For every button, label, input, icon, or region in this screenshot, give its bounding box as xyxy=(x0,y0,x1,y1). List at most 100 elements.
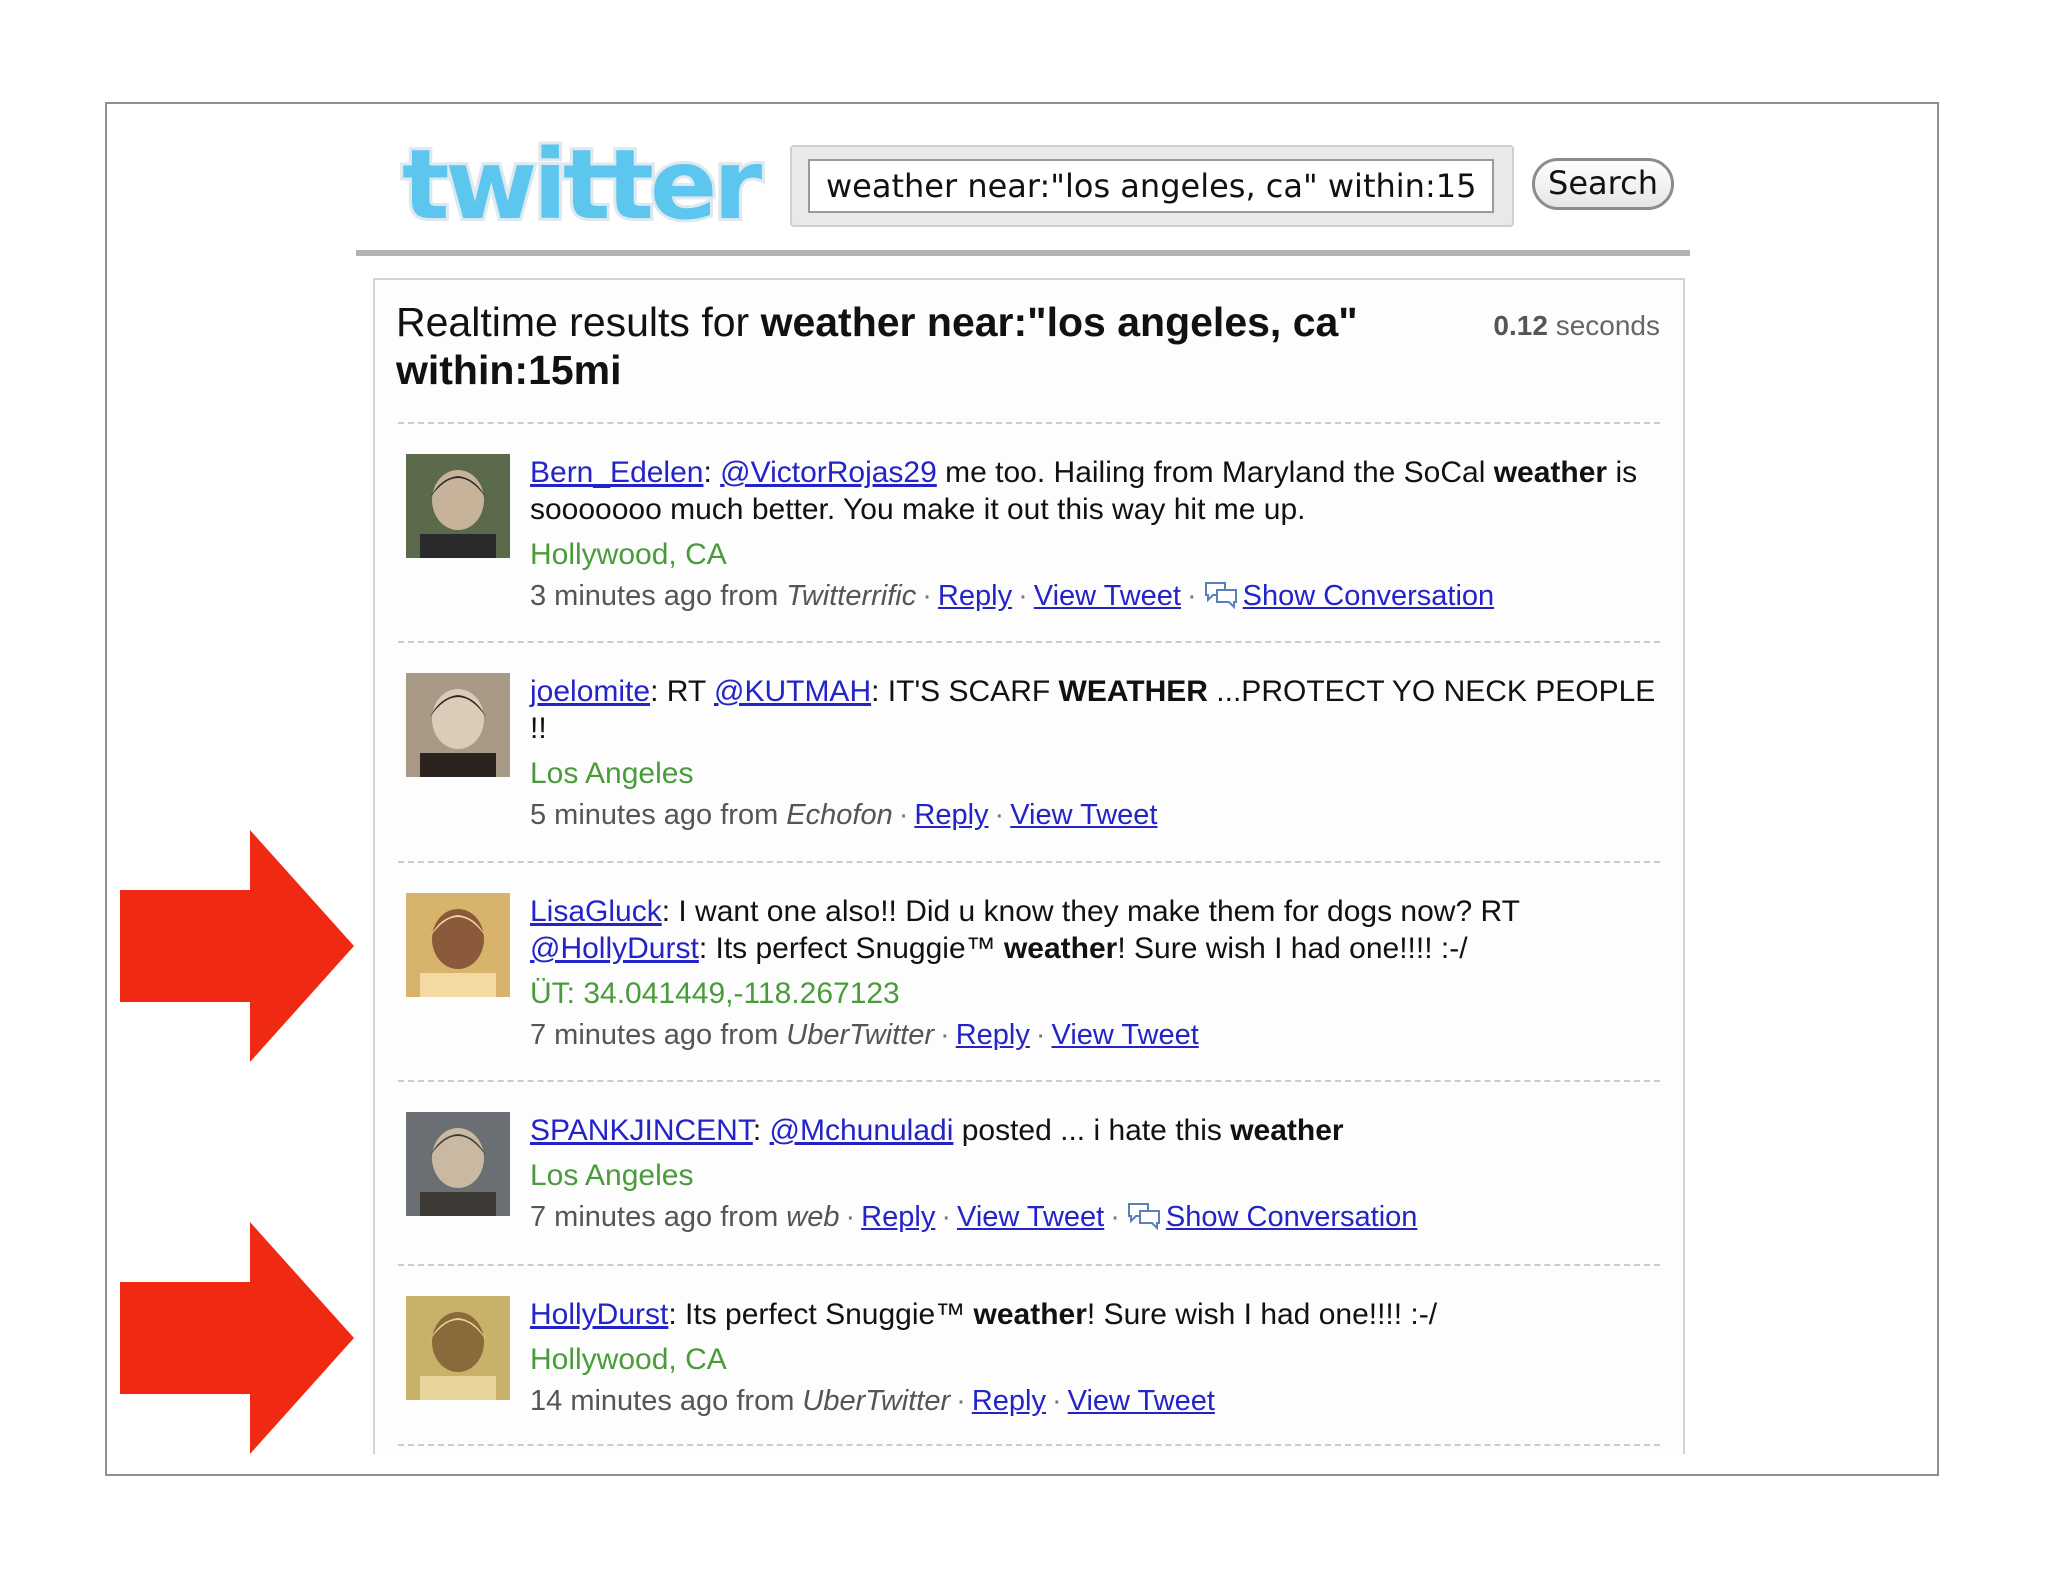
user-avatar[interactable] xyxy=(406,1296,510,1400)
mention-link[interactable]: @HollyDurst xyxy=(530,932,699,965)
username-link[interactable]: SPANKJINCENT xyxy=(530,1114,753,1147)
reply-link[interactable]: Reply xyxy=(938,580,1012,612)
username-link[interactable]: LisaGluck xyxy=(530,895,662,928)
tweet-timestamp: 3 minutes ago from xyxy=(530,580,787,612)
search-button[interactable]: Search xyxy=(1532,158,1674,210)
conversation-icon[interactable] xyxy=(1203,579,1239,609)
reply-link[interactable]: Reply xyxy=(861,1201,935,1233)
meta-separator: · xyxy=(1187,580,1197,612)
username-link[interactable]: joelomite xyxy=(530,675,650,708)
mention-link[interactable]: @KUTMAH xyxy=(714,675,871,708)
username-link[interactable]: Bern_Edelen xyxy=(530,456,703,489)
results-heading-prefix: Realtime results for xyxy=(396,299,761,345)
meta-separator: · xyxy=(1035,1019,1046,1051)
tweet-body: SPANKJINCENT: @Mchunuladi posted ... i h… xyxy=(530,1112,1660,1236)
tweet-meta: 7 minutes ago from web · Reply · View Tweet ·… xyxy=(530,1199,1660,1236)
tweet-text: LisaGluck: I want one also!! Did u know … xyxy=(530,895,1520,965)
tweet-text: joelomite: RT @KUTMAH: IT'S SCARF WEATHE… xyxy=(530,675,1656,745)
highlighted-keyword: weather xyxy=(1493,456,1608,489)
search-box xyxy=(790,145,1514,227)
meta-separator: · xyxy=(1110,1201,1120,1233)
username-link[interactable]: HollyDurst xyxy=(530,1298,668,1331)
meta-separator: · xyxy=(1051,1385,1062,1417)
tweet-text: HollyDurst: Its perfect Snuggie™ weather… xyxy=(530,1298,1438,1331)
reply-link[interactable]: Reply xyxy=(914,799,988,831)
tweet-timestamp: 5 minutes ago from xyxy=(530,799,787,831)
highlighted-keyword: weather xyxy=(973,1298,1087,1331)
user-avatar[interactable] xyxy=(406,893,510,997)
twitter-logo[interactable]: twitter xyxy=(395,136,765,236)
tweet-meta: 14 minutes ago from UberTwitter · Reply · Vi… xyxy=(530,1383,1660,1420)
tweet-client: Twitterrific xyxy=(786,580,917,612)
tweet-text-segment: : Its perfect Snuggie™ xyxy=(698,932,1004,965)
tweet-body: Bern_Edelen: @VictorRojas29 me too. Hail… xyxy=(530,454,1660,615)
tweet-text-segment: I want one also!! Did u know they make t… xyxy=(678,895,1520,928)
tweet-meta: 3 minutes ago from Twitterrific · Reply · Vi… xyxy=(530,578,1660,615)
tweet-timestamp: 14 minutes ago from xyxy=(530,1385,803,1417)
user-avatar[interactable] xyxy=(406,673,510,777)
meta-separator: · xyxy=(940,1019,950,1051)
meta-separator: · xyxy=(994,799,1005,831)
tweet-body: LisaGluck: I want one also!! Did u know … xyxy=(530,893,1660,1054)
timing-value: 0.12 xyxy=(1493,310,1548,341)
tweet-client: UberTwitter xyxy=(786,1019,935,1051)
tweet-text-segment: RT xyxy=(666,675,714,708)
show-conversation-link[interactable]: Show Conversation xyxy=(1166,1201,1417,1233)
mention-link[interactable]: @VictorRojas29 xyxy=(720,456,937,489)
view-tweet-link[interactable]: View Tweet xyxy=(1010,799,1157,831)
tweet-meta: 5 minutes ago from Echofon · Reply · View Tw… xyxy=(530,797,1660,834)
search-timing: 0.12 seconds xyxy=(1460,310,1660,342)
red-arrow-icon xyxy=(120,1222,354,1454)
view-tweet-link[interactable]: View Tweet xyxy=(1068,1385,1215,1417)
results-heading: Realtime results for weather near:"los a… xyxy=(396,298,1436,394)
meta-separator: · xyxy=(898,799,909,831)
tweet-divider xyxy=(398,641,1660,643)
tweet-divider xyxy=(398,422,1660,424)
tweet-body: HollyDurst: Its perfect Snuggie™ weather… xyxy=(530,1296,1660,1420)
red-arrow-icon xyxy=(120,830,354,1062)
conversation-icon[interactable] xyxy=(1126,1200,1162,1230)
tweet-timestamp: 7 minutes ago from xyxy=(530,1019,787,1051)
tweet-client: UberTwitter xyxy=(802,1385,951,1417)
tweet-text-segment: Its perfect Snuggie™ xyxy=(685,1298,974,1331)
tweet-text-segment: ! Sure wish I had one!!!! :-/ xyxy=(1086,1298,1438,1331)
tweet-divider xyxy=(398,861,1660,863)
user-avatar[interactable] xyxy=(406,1112,510,1216)
tweet-location: Los Angeles xyxy=(530,1159,694,1192)
meta-separator: · xyxy=(1018,580,1028,612)
tweet-text: SPANKJINCENT: @Mchunuladi posted ... i h… xyxy=(530,1114,1344,1147)
reply-link[interactable]: Reply xyxy=(956,1019,1030,1051)
tweet-divider xyxy=(398,1264,1660,1266)
highlighted-keyword: WEATHER xyxy=(1058,675,1208,708)
tweet-location: Hollywood, CA xyxy=(530,1343,727,1376)
slide: twitter Search Realtime results for weat… xyxy=(0,0,2048,1582)
meta-separator: · xyxy=(922,580,932,612)
highlighted-keyword: weather xyxy=(1003,932,1118,965)
tweet-location: Hollywood, CA xyxy=(530,538,727,571)
search-input[interactable] xyxy=(808,159,1494,213)
tweet-location: ÜT: 34.041449,-118.267123 xyxy=(530,977,900,1010)
mention-link[interactable]: @Mchunuladi xyxy=(770,1114,954,1147)
timing-unit: seconds xyxy=(1547,310,1660,341)
tweet-location: Los Angeles xyxy=(530,757,694,790)
view-tweet-link[interactable]: View Tweet xyxy=(957,1201,1104,1233)
user-avatar[interactable] xyxy=(406,454,510,558)
highlighted-keyword: weather xyxy=(1230,1114,1344,1147)
show-conversation-link[interactable]: Show Conversation xyxy=(1243,580,1494,612)
meta-separator: · xyxy=(941,1201,951,1233)
tweet-meta: 7 minutes ago from UberTwitter · Reply · Vie… xyxy=(530,1017,1660,1054)
tweet-text: Bern_Edelen: @VictorRojas29 me too. Hail… xyxy=(530,456,1638,526)
tweet-text-segment: posted ... i hate this xyxy=(953,1114,1231,1147)
tweet-divider xyxy=(398,1080,1660,1082)
view-tweet-link[interactable]: View Tweet xyxy=(1034,580,1181,612)
tweet-text-segment: : IT'S SCARF xyxy=(871,675,1059,708)
tweet-divider xyxy=(398,1444,1660,1446)
header-rule xyxy=(356,250,1690,256)
tweet-timestamp: 7 minutes ago from xyxy=(530,1201,787,1233)
tweet-client: web xyxy=(786,1201,840,1233)
view-tweet-link[interactable]: View Tweet xyxy=(1052,1019,1199,1051)
logo-text: twitter xyxy=(402,136,763,236)
reply-link[interactable]: Reply xyxy=(972,1385,1046,1417)
meta-separator: · xyxy=(956,1385,966,1417)
tweet-client: Echofon xyxy=(786,799,893,831)
